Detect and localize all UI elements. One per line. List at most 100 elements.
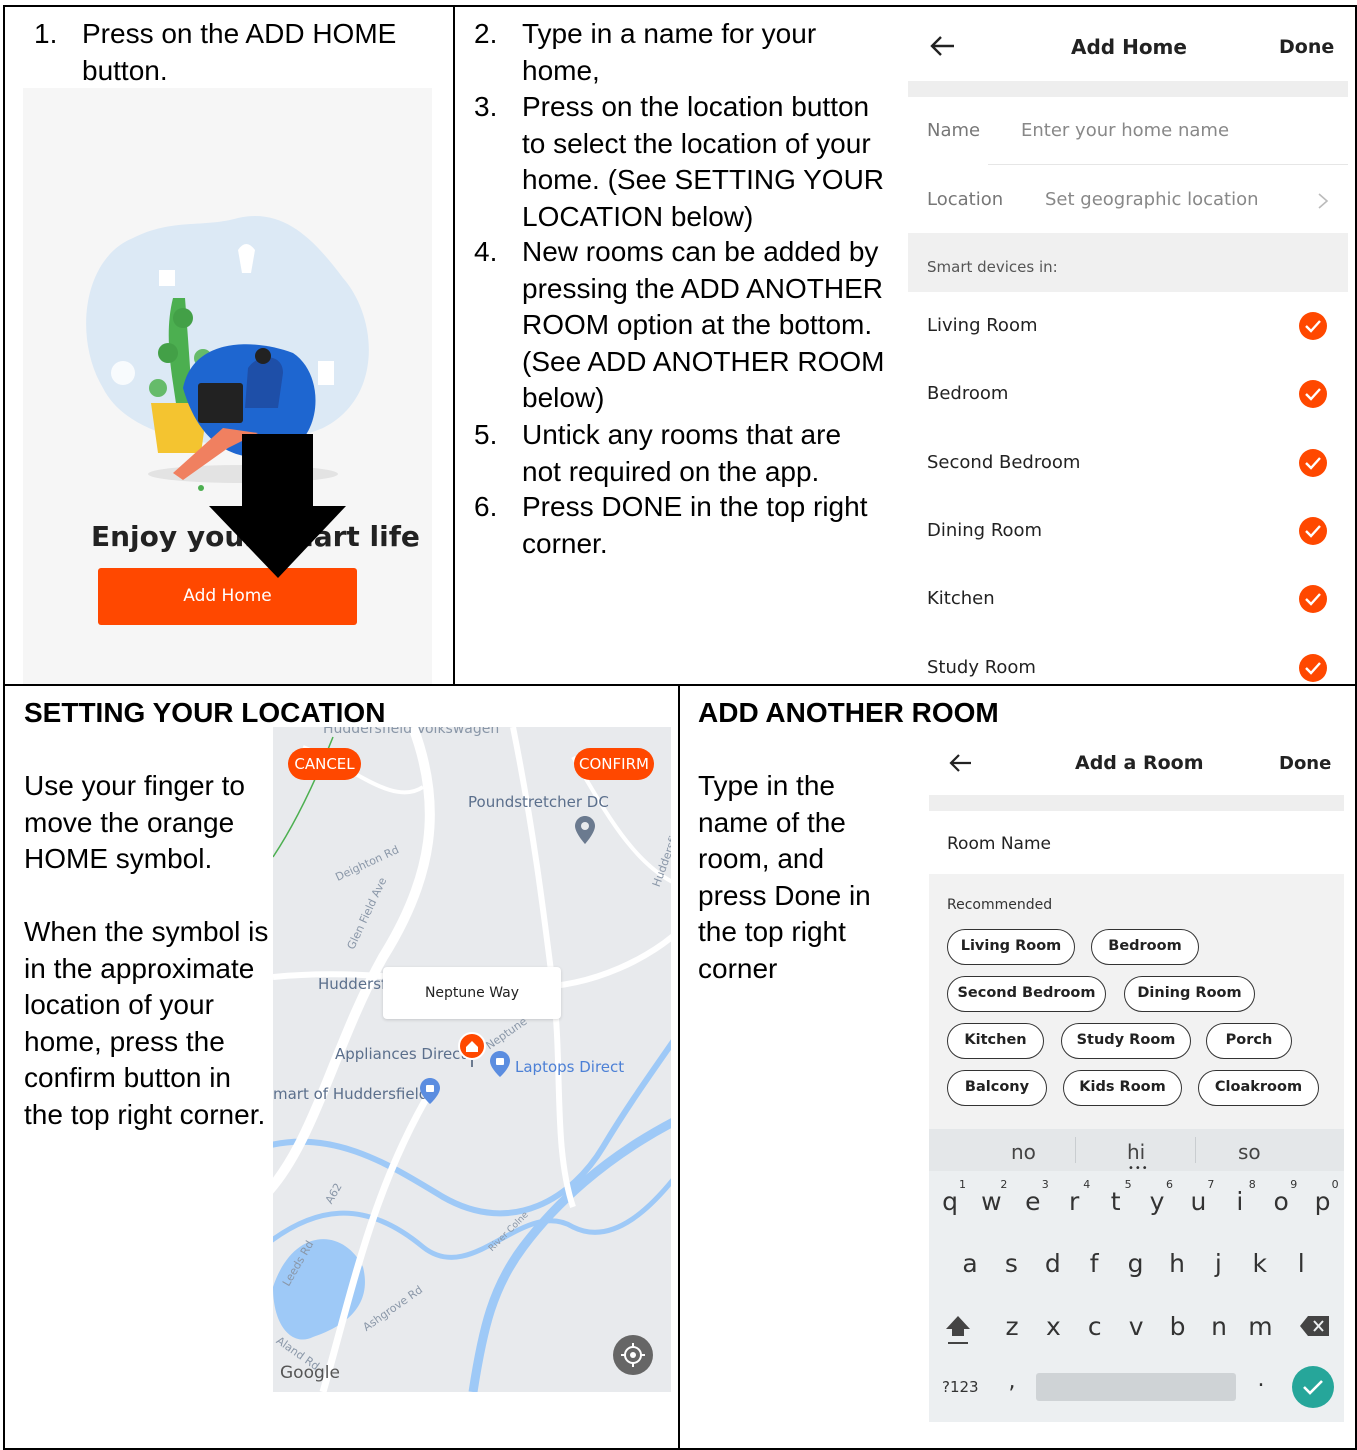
key-l[interactable]: l — [1286, 1249, 1316, 1278]
room-checkbox[interactable] — [1299, 653, 1327, 682]
step-number: 6. — [474, 491, 498, 522]
room-chip[interactable]: Cloakroom — [1198, 1070, 1319, 1106]
key-w[interactable]: w — [976, 1187, 1006, 1216]
step-number: 2. — [474, 18, 498, 49]
recommended-area: Recommended Living Room Bedroom Second Bed… — [929, 874, 1344, 1129]
cancel-button[interactable]: CANCEL — [288, 748, 361, 780]
key-t[interactable]: t — [1101, 1187, 1131, 1216]
symbols-key[interactable]: ?123 — [942, 1378, 979, 1396]
done-button[interactable]: Done — [1279, 753, 1331, 774]
done-button[interactable]: Done — [1279, 36, 1334, 58]
header-divider — [908, 81, 1348, 97]
home-marker-icon[interactable] — [458, 1032, 486, 1068]
room-chip[interactable]: Study Room — [1061, 1023, 1191, 1059]
key-i[interactable]: i — [1225, 1187, 1255, 1216]
suggestion-divider — [1075, 1137, 1076, 1163]
key-p[interactable]: p — [1308, 1187, 1338, 1216]
header-divider — [929, 795, 1344, 811]
key-number-hint: 7 — [1207, 1178, 1215, 1191]
room-checkbox[interactable] — [1299, 380, 1327, 409]
section-heading-location: SETTING YOUR LOCATION — [24, 697, 386, 728]
check-icon — [1305, 661, 1321, 675]
key-a[interactable]: a — [955, 1249, 985, 1278]
check-icon — [1305, 525, 1321, 538]
period-key[interactable]: . — [1246, 1367, 1276, 1392]
keyboard: no hi ••• so q1w2e3r4t5y6u7i8o9p0 asdfgh… — [929, 1129, 1344, 1422]
key-f[interactable]: f — [1079, 1249, 1109, 1278]
google-logo: Google — [280, 1363, 340, 1383]
step-text: Untick any rooms that are not required o… — [522, 419, 842, 487]
key-c[interactable]: c — [1080, 1312, 1110, 1341]
key-r[interactable]: r — [1059, 1187, 1089, 1216]
key-h[interactable]: h — [1162, 1249, 1192, 1278]
key-number-hint: 3 — [1041, 1178, 1049, 1191]
step-6: 6. Press DONE in the top right corner. — [474, 489, 894, 569]
location-field[interactable]: Set geographic location — [1045, 189, 1259, 210]
key-q[interactable]: q — [935, 1187, 965, 1216]
my-location-button[interactable] — [613, 1335, 653, 1375]
key-y[interactable]: y — [1142, 1187, 1172, 1216]
key-m[interactable]: m — [1245, 1312, 1275, 1341]
key-number-hint: 4 — [1083, 1178, 1091, 1191]
backspace-icon[interactable] — [1299, 1314, 1331, 1338]
room-chip[interactable]: Kids Room — [1063, 1070, 1182, 1106]
key-s[interactable]: s — [996, 1249, 1026, 1278]
enter-button[interactable] — [1292, 1366, 1334, 1408]
comma-key[interactable]: , — [997, 1369, 1027, 1394]
room-checkbox[interactable] — [1299, 516, 1327, 545]
suggestion-2[interactable]: hi — [1127, 1140, 1145, 1164]
room-chip[interactable]: Porch — [1206, 1023, 1292, 1059]
key-number-hint: 6 — [1166, 1178, 1173, 1191]
key-number-hint: 0 — [1331, 1178, 1339, 1191]
room-chip[interactable]: Second Bedroom — [947, 976, 1106, 1012]
key-number-hint: 8 — [1248, 1178, 1256, 1191]
location-label: Location — [927, 189, 1004, 210]
room-checkbox[interactable] — [1299, 312, 1327, 340]
back-arrow-icon[interactable] — [949, 753, 973, 773]
map-view[interactable]: Huddersfield Volkswagen CANCEL CONFIRM P… — [273, 727, 671, 1392]
screen-title: Add a Room — [1075, 752, 1204, 774]
key-g[interactable]: g — [1121, 1249, 1151, 1278]
check-icon — [1305, 593, 1321, 606]
check-icon — [1305, 320, 1321, 333]
check-icon — [1305, 388, 1321, 402]
name-label: Name — [927, 120, 981, 141]
key-n[interactable]: n — [1204, 1312, 1234, 1341]
confirm-button[interactable]: CONFIRM — [574, 748, 654, 780]
room-checkbox[interactable] — [1299, 448, 1327, 477]
key-b[interactable]: b — [1163, 1312, 1193, 1341]
target-icon — [621, 1343, 645, 1367]
room-chip[interactable]: Living Room — [947, 929, 1075, 965]
location-instructions-2: When the symbol is in the approximate lo… — [24, 916, 269, 1130]
shift-icon[interactable] — [943, 1313, 973, 1347]
room-checkbox[interactable] — [1299, 585, 1327, 614]
suggestion-divider — [1195, 1137, 1196, 1163]
room-chip[interactable]: Dining Room — [1124, 976, 1255, 1012]
key-v[interactable]: v — [1121, 1312, 1151, 1341]
poi-appliances-direct: Appliances Direct — [335, 1045, 467, 1063]
key-d[interactable]: d — [1038, 1249, 1068, 1278]
room-chip[interactable]: Kitchen — [947, 1023, 1044, 1059]
key-z[interactable]: z — [997, 1312, 1027, 1341]
key-u[interactable]: u — [1183, 1187, 1213, 1216]
screen-title: Add Home — [1071, 35, 1187, 59]
key-e[interactable]: e — [1018, 1187, 1048, 1216]
section-header-label: Smart devices in: — [927, 258, 1058, 276]
spacebar[interactable] — [1036, 1373, 1236, 1401]
suggestion-1[interactable]: no — [1011, 1140, 1036, 1164]
room-name-input[interactable]: Room Name — [947, 834, 1051, 854]
check-icon — [1303, 1380, 1323, 1395]
home-name-input[interactable]: Enter your home name — [1021, 120, 1229, 141]
key-x[interactable]: x — [1038, 1312, 1068, 1341]
step-text: Press on the ADD HOME button. — [82, 18, 397, 86]
suggestion-3[interactable]: so — [1238, 1140, 1261, 1164]
key-k[interactable]: k — [1245, 1249, 1275, 1278]
back-arrow-icon[interactable] — [930, 35, 956, 57]
room-chip[interactable]: Bedroom — [1091, 929, 1199, 965]
more-dots-icon: ••• — [1128, 1163, 1149, 1174]
step-number: 5. — [474, 419, 498, 450]
key-j[interactable]: j — [1203, 1249, 1233, 1278]
chevron-right-icon[interactable] — [1317, 192, 1329, 210]
key-o[interactable]: o — [1266, 1187, 1296, 1216]
room-chip[interactable]: Balcony — [947, 1070, 1047, 1106]
